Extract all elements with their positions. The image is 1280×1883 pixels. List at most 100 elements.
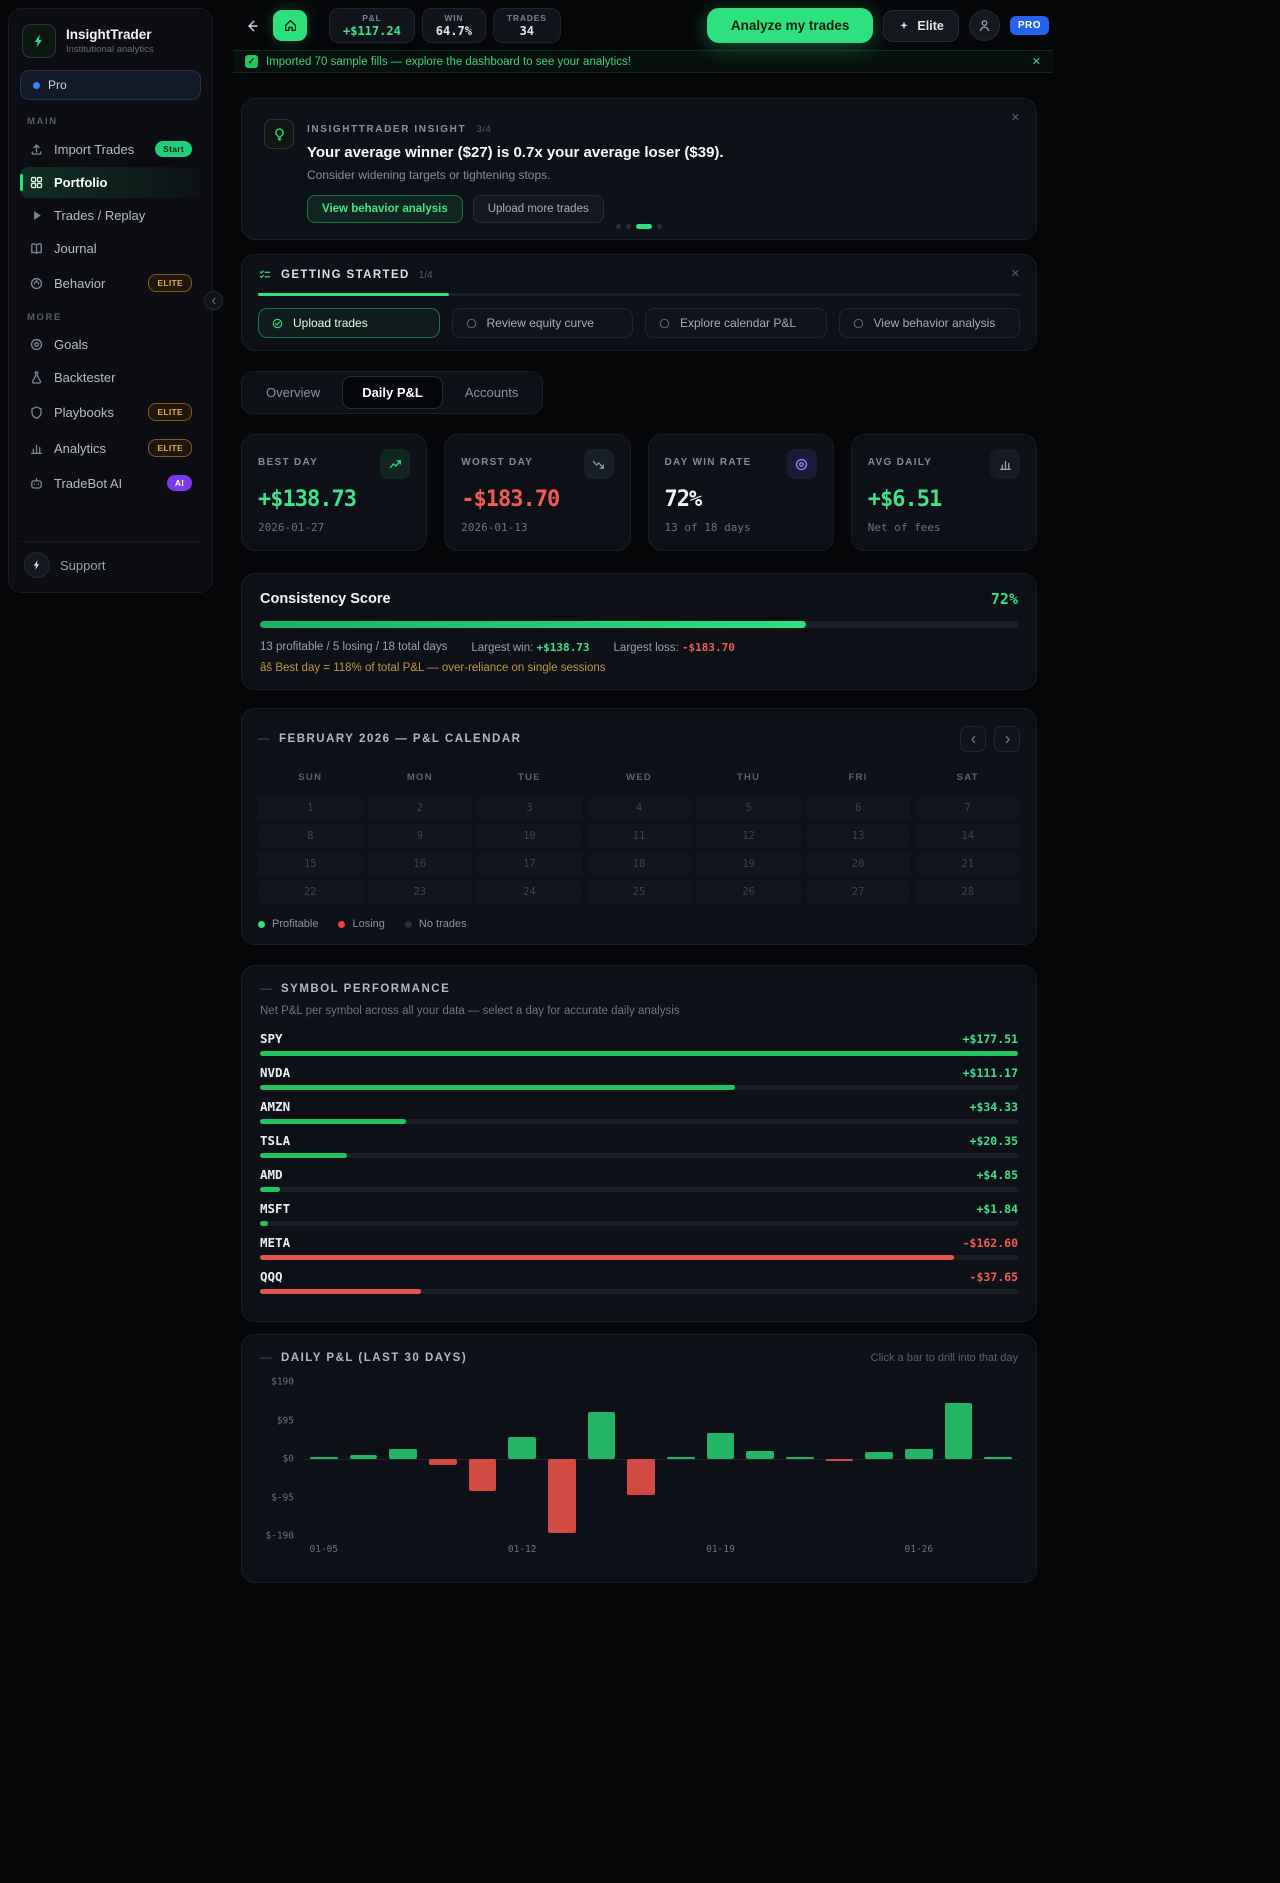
- calendar-day[interactable]: 25: [587, 880, 692, 904]
- calendar-day[interactable]: 19: [696, 852, 801, 876]
- daily-bar-01-15[interactable]: [627, 1459, 656, 1496]
- insight-close-icon[interactable]: ✕: [1011, 111, 1020, 124]
- upload-more-trades-button[interactable]: Upload more trades: [472, 195, 604, 223]
- calendar-day[interactable]: 12: [696, 824, 801, 848]
- step-review-equity-curve[interactable]: Review equity curve: [451, 308, 633, 338]
- nav-section-label: MAIN: [27, 116, 58, 127]
- daily-bar-01-21[interactable]: [785, 1456, 814, 1459]
- plan-pill[interactable]: Pro: [20, 70, 201, 100]
- sidebar-item-support[interactable]: Support: [20, 541, 201, 580]
- calendar-day[interactable]: 13: [806, 824, 911, 848]
- daily-bar-01-28[interactable]: [984, 1457, 1013, 1459]
- daily-bar-01-19[interactable]: [706, 1432, 735, 1459]
- calendar-day[interactable]: 7: [915, 796, 1020, 820]
- calendar-day[interactable]: 26: [696, 880, 801, 904]
- calendar-next-button[interactable]: [994, 726, 1020, 752]
- daily-bar-01-08[interactable]: [428, 1459, 457, 1465]
- carousel-dot[interactable]: [657, 224, 662, 229]
- sidebar-item-backtester[interactable]: Backtester: [20, 362, 201, 393]
- daily-bar-01-05[interactable]: [309, 1457, 338, 1459]
- symbol-bar-track: [260, 1119, 1018, 1124]
- elite-label: Elite: [917, 18, 944, 33]
- symbol-row-spy[interactable]: SPY +$177.51: [260, 1031, 1018, 1065]
- banner-close-icon[interactable]: ✕: [1032, 55, 1041, 68]
- sparkle-icon: [898, 20, 910, 32]
- step-view-behavior-analysis[interactable]: View behavior analysis: [838, 308, 1020, 338]
- calendar-day[interactable]: 27: [806, 880, 911, 904]
- circle-icon: [658, 317, 671, 330]
- carousel-dot[interactable]: [626, 224, 631, 229]
- step-explore-calendar-p-l[interactable]: Explore calendar P&L: [645, 308, 827, 338]
- stat-card-avg-daily: AVG DAILY +$6.51 Net of fees: [850, 434, 1037, 551]
- calendar-day[interactable]: 14: [915, 824, 1020, 848]
- daily-bar-01-26[interactable]: [904, 1448, 933, 1459]
- sidebar-collapse-button[interactable]: [204, 291, 223, 310]
- trend-up-icon: [388, 457, 403, 472]
- calendar-day[interactable]: 21: [915, 852, 1020, 876]
- calendar-day[interactable]: 2: [368, 796, 473, 820]
- calendar-day[interactable]: 18: [587, 852, 692, 876]
- daily-bar-01-09[interactable]: [468, 1459, 497, 1492]
- symbol-row-amd[interactable]: AMD +$4.85: [260, 1167, 1018, 1201]
- calendar-day[interactable]: 20: [806, 852, 911, 876]
- sidebar-item-playbooks[interactable]: Playbooks ELITE: [20, 395, 201, 429]
- calendar-day[interactable]: 17: [477, 852, 582, 876]
- calendar-day[interactable]: 24: [477, 880, 582, 904]
- calendar-prev-button[interactable]: [960, 726, 986, 752]
- sidebar-item-behavior[interactable]: Behavior ELITE: [20, 266, 201, 300]
- sidebar-item-import-trades[interactable]: Import Trades Start: [20, 133, 201, 165]
- calendar-day[interactable]: 11: [587, 824, 692, 848]
- analyze-trades-button[interactable]: Analyze my trades: [706, 8, 874, 43]
- avatar[interactable]: [968, 10, 1000, 41]
- daily-bar-01-14[interactable]: [587, 1412, 616, 1459]
- sidebar-item-analytics[interactable]: Analytics ELITE: [20, 431, 201, 465]
- carousel-dot[interactable]: [636, 224, 652, 229]
- calendar-day[interactable]: 28: [915, 880, 1020, 904]
- elite-button[interactable]: Elite: [883, 9, 959, 42]
- symbol-row-nvda[interactable]: NVDA +$111.17: [260, 1065, 1018, 1099]
- calendar-day[interactable]: 16: [368, 852, 473, 876]
- calendar-day[interactable]: 8: [258, 824, 363, 848]
- calendar-day[interactable]: 1: [258, 796, 363, 820]
- sidebar-item-trades-replay[interactable]: Trades / Replay: [20, 200, 201, 231]
- sidebar-item-tradebot-ai[interactable]: TradeBot AI AI: [20, 467, 201, 499]
- calendar-day[interactable]: 23: [368, 880, 473, 904]
- calendar-day[interactable]: 9: [368, 824, 473, 848]
- daily-bar-01-16[interactable]: [666, 1457, 695, 1459]
- daily-bar-01-27[interactable]: [944, 1402, 973, 1459]
- calendar-day[interactable]: 6: [806, 796, 911, 820]
- getting-started-close-icon[interactable]: ✕: [1011, 267, 1020, 280]
- symbol-rows: SPY +$177.51 NVDA +$111.17 AMZN +$34.33 TSLA +$…: [260, 1031, 1018, 1303]
- calendar-day[interactable]: 4: [587, 796, 692, 820]
- sidebar-item-portfolio[interactable]: Portfolio: [20, 167, 201, 198]
- daily-bar-01-23[interactable]: [865, 1451, 894, 1459]
- legend-dot: [338, 920, 346, 928]
- symbol-row-qqq[interactable]: QQQ -$37.65: [260, 1269, 1018, 1303]
- calendar-day[interactable]: 10: [477, 824, 582, 848]
- daily-bar-01-12[interactable]: [508, 1436, 537, 1459]
- daily-bar-01-20[interactable]: [746, 1450, 775, 1459]
- daily-bar-01-22[interactable]: [825, 1459, 854, 1461]
- symbol-row-msft[interactable]: MSFT +$1.84: [260, 1201, 1018, 1235]
- symbol-row-tsla[interactable]: TSLA +$20.35: [260, 1133, 1018, 1167]
- daily-bar-01-13[interactable]: [547, 1459, 576, 1534]
- insight-actions: View behavior analysis Upload more trade…: [307, 195, 724, 223]
- back-button[interactable]: [241, 15, 263, 37]
- sidebar-item-goals[interactable]: Goals: [20, 329, 201, 360]
- symbol-row-amzn[interactable]: AMZN +$34.33: [260, 1099, 1018, 1133]
- carousel-dot[interactable]: [616, 224, 621, 229]
- daily-bar-01-07[interactable]: [389, 1448, 418, 1459]
- calendar-day[interactable]: 5: [696, 796, 801, 820]
- calendar-day[interactable]: 22: [258, 880, 363, 904]
- daily-bar-01-06[interactable]: [349, 1454, 378, 1459]
- calendar-day[interactable]: 15: [258, 852, 363, 876]
- tab-overview[interactable]: Overview: [246, 376, 340, 409]
- step-upload-trades[interactable]: Upload trades: [258, 308, 440, 338]
- view-behavior-analysis-button[interactable]: View behavior analysis: [307, 195, 463, 223]
- tab-accounts[interactable]: Accounts: [445, 376, 538, 409]
- sidebar-item-journal[interactable]: Journal: [20, 233, 201, 264]
- symbol-row-meta[interactable]: META -$162.60: [260, 1235, 1018, 1269]
- calendar-day[interactable]: 3: [477, 796, 582, 820]
- home-button[interactable]: [273, 10, 307, 41]
- tab-daily-p-l[interactable]: Daily P&L: [342, 376, 443, 409]
